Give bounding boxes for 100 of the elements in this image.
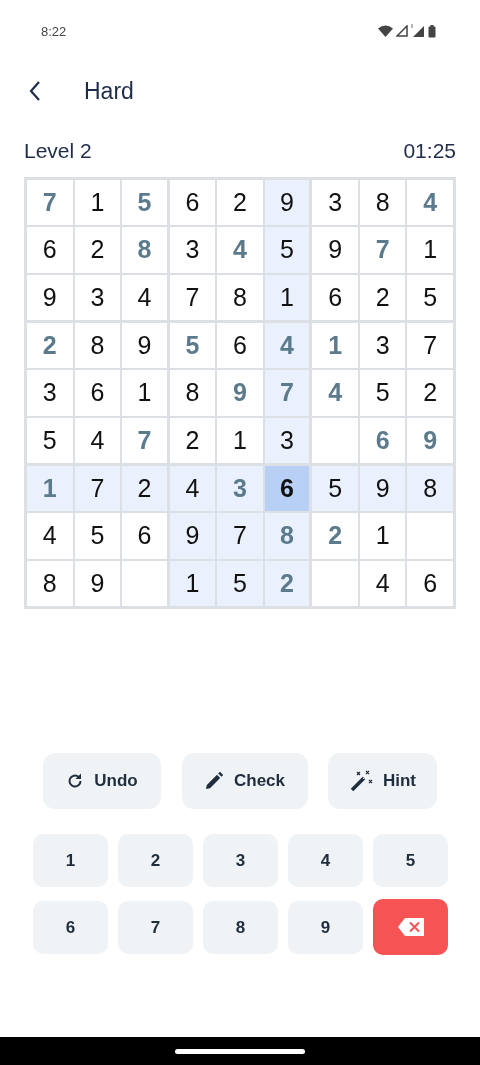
- grid-cell[interactable]: 9: [312, 227, 358, 273]
- grid-cell[interactable]: 7: [74, 465, 121, 512]
- grid-cell[interactable]: 8: [407, 465, 453, 512]
- grid-cell[interactable]: 6: [122, 513, 167, 559]
- grid-cell[interactable]: 3: [312, 180, 358, 226]
- grid-cell[interactable]: 7: [122, 417, 167, 463]
- grid-cell[interactable]: 3: [359, 323, 406, 369]
- grid-cell[interactable]: 4: [27, 513, 73, 559]
- grid-cell[interactable]: 1: [169, 560, 216, 606]
- delete-key[interactable]: [373, 899, 448, 955]
- grid-cell[interactable]: 5: [122, 180, 167, 226]
- number-key[interactable]: 7: [118, 901, 193, 954]
- grid-cell[interactable]: 3: [264, 417, 310, 463]
- grid-cell[interactable]: 6: [217, 323, 263, 369]
- grid-cell[interactable]: 3: [27, 370, 73, 416]
- grid-cell[interactable]: 2: [264, 560, 310, 606]
- grid-cell[interactable]: 1: [122, 370, 167, 416]
- grid-cell[interactable]: 2: [27, 323, 73, 369]
- grid-cell[interactable]: 4: [217, 227, 263, 273]
- grid-cell[interactable]: 2: [169, 417, 216, 463]
- grid-cell[interactable]: 4: [407, 180, 453, 226]
- number-key[interactable]: 4: [288, 834, 363, 887]
- grid-cell[interactable]: 5: [217, 560, 263, 606]
- action-button[interactable]: Check: [181, 753, 308, 809]
- grid-cell[interactable]: 9: [359, 465, 406, 512]
- grid-cell[interactable]: 2: [407, 370, 453, 416]
- grid-cell[interactable]: 1: [264, 274, 310, 320]
- grid-cell[interactable]: 1: [27, 465, 73, 512]
- grid-cell[interactable]: 5: [264, 227, 310, 273]
- grid-cell[interactable]: 5: [27, 417, 73, 463]
- grid-cell[interactable]: 6: [312, 274, 358, 320]
- action-button[interactable]: Undo: [43, 753, 161, 809]
- grid-cell[interactable]: 9: [407, 417, 453, 463]
- grid-cell[interactable]: 4: [169, 465, 216, 512]
- grid-cell[interactable]: 4: [264, 323, 310, 369]
- grid-cell[interactable]: 1: [407, 227, 453, 273]
- grid-cell[interactable]: 4: [74, 417, 121, 463]
- grid-cell[interactable]: 2: [74, 227, 121, 273]
- grid-cell[interactable]: 8: [122, 227, 167, 273]
- timer: 01:25: [403, 139, 456, 163]
- grid-cell[interactable]: 7: [264, 370, 310, 416]
- grid-cell[interactable]: 2: [312, 513, 358, 559]
- grid-cell[interactable]: 8: [74, 323, 121, 369]
- grid-cell[interactable]: 1: [359, 513, 406, 559]
- grid-cell[interactable]: 6: [359, 417, 406, 463]
- grid-cell[interactable]: 3: [74, 274, 121, 320]
- grid-cell[interactable]: 4: [122, 274, 167, 320]
- grid-cell[interactable]: 9: [74, 560, 121, 606]
- grid-cell[interactable]: 6: [27, 227, 73, 273]
- grid-cell[interactable]: [312, 560, 358, 606]
- grid-cell[interactable]: 8: [169, 370, 216, 416]
- grid-cell[interactable]: 3: [169, 227, 216, 273]
- grid-cell[interactable]: 4: [359, 560, 406, 606]
- number-key[interactable]: 6: [33, 901, 108, 954]
- number-key[interactable]: 3: [203, 834, 278, 887]
- status-time: 8:22: [41, 23, 67, 39]
- grid-cell[interactable]: 8: [27, 560, 73, 606]
- grid-cell[interactable]: 9: [169, 513, 216, 559]
- grid-cell[interactable]: 7: [217, 513, 263, 559]
- grid-cell[interactable]: 1: [74, 180, 121, 226]
- grid-cell[interactable]: 2: [122, 465, 167, 512]
- grid-cell[interactable]: 1: [312, 323, 358, 369]
- grid-cell[interactable]: [122, 560, 167, 606]
- grid-cell[interactable]: 9: [264, 180, 310, 226]
- grid-cell[interactable]: 8: [264, 513, 310, 559]
- grid-cell[interactable]: 5: [169, 323, 216, 369]
- grid-cell[interactable]: 8: [217, 274, 263, 320]
- grid-cell[interactable]: 9: [27, 274, 73, 320]
- grid-cell[interactable]: 6: [169, 180, 216, 226]
- grid-cell[interactable]: 4: [312, 370, 358, 416]
- grid-cell[interactable]: 8: [359, 180, 406, 226]
- grid-cell[interactable]: 5: [312, 465, 358, 512]
- number-key[interactable]: 8: [203, 901, 278, 954]
- grid-cell[interactable]: 1: [217, 417, 263, 463]
- screen-title: Hard: [84, 77, 134, 105]
- grid-cell[interactable]: 6: [407, 560, 453, 606]
- grid-cell[interactable]: 7: [359, 227, 406, 273]
- level-label: Level 2: [24, 139, 92, 163]
- action-button[interactable]: Hint: [328, 753, 437, 809]
- grid-cell[interactable]: 6: [74, 370, 121, 416]
- number-key[interactable]: 2: [118, 834, 193, 887]
- grid-cell[interactable]: 7: [169, 274, 216, 320]
- grid-cell[interactable]: [312, 417, 358, 463]
- number-key[interactable]: 1: [33, 834, 108, 887]
- grid-cell[interactable]: 7: [407, 323, 453, 369]
- wifi-icon: [378, 25, 393, 37]
- grid-cell[interactable]: 5: [74, 513, 121, 559]
- grid-cell[interactable]: 5: [359, 370, 406, 416]
- grid-cell[interactable]: 9: [217, 370, 263, 416]
- grid-cell[interactable]: 3: [217, 465, 263, 512]
- number-key[interactable]: 9: [288, 901, 363, 954]
- grid-cell[interactable]: 6: [264, 465, 310, 512]
- grid-cell[interactable]: 2: [359, 274, 406, 320]
- grid-cell[interactable]: 7: [27, 180, 73, 226]
- grid-cell[interactable]: 2: [217, 180, 263, 226]
- number-key[interactable]: 5: [373, 834, 448, 887]
- home-handle[interactable]: [175, 1048, 305, 1054]
- grid-cell[interactable]: 5: [407, 274, 453, 320]
- grid-cell[interactable]: [407, 513, 453, 559]
- grid-cell[interactable]: 9: [122, 323, 167, 369]
